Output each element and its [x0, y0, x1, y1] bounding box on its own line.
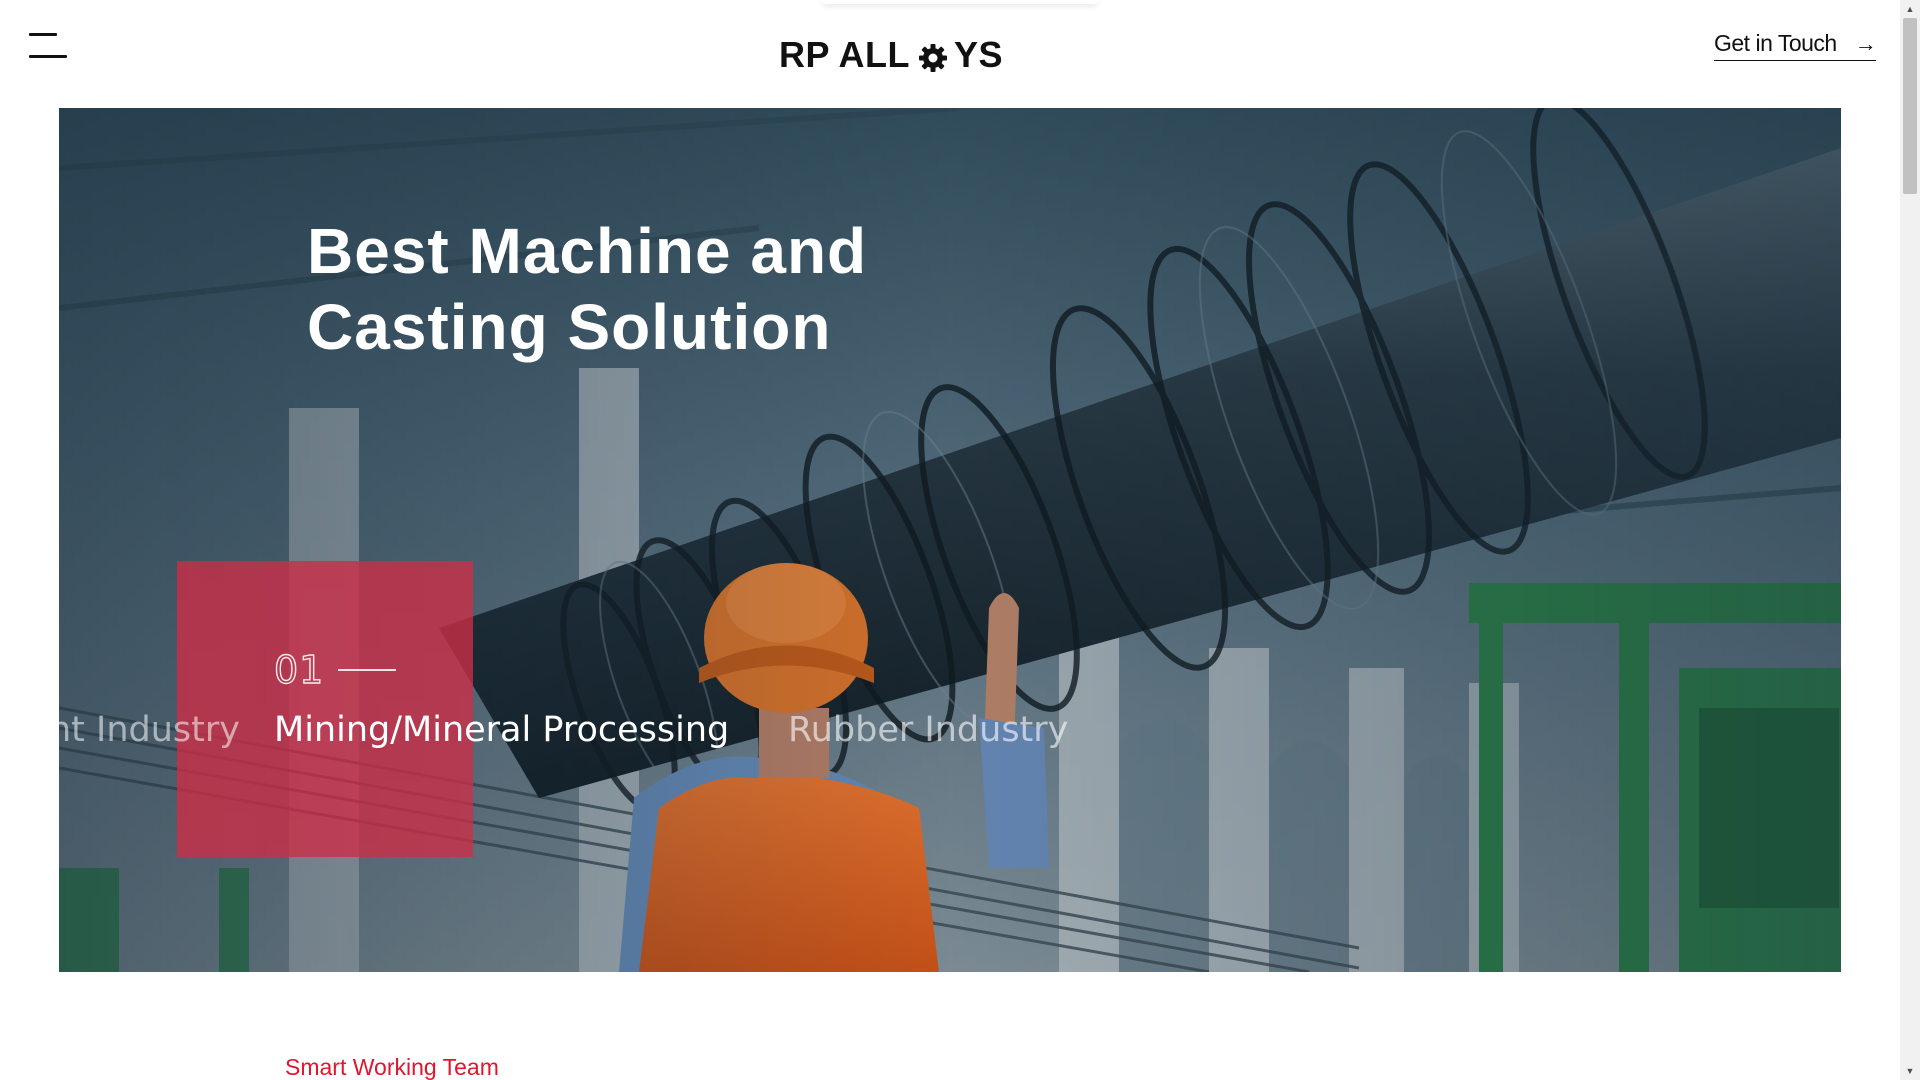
gear-icon [918, 40, 948, 72]
scroll-down-icon[interactable]: ▼ [1900, 1062, 1920, 1080]
top-drawer-tab[interactable] [822, 0, 1098, 4]
slider-item-current[interactable]: Mining/Mineral Processing [274, 710, 729, 760]
slider-item-next[interactable]: Rubber Industry [788, 710, 1068, 760]
site-logo[interactable]: RP ALL YS [779, 30, 1003, 80]
arrow-right-icon: → [1854, 30, 1877, 56]
menu-bar-top [29, 33, 57, 36]
slider-item-previous[interactable]: nt Industry [59, 710, 240, 760]
page-scrollbar[interactable]: ▲ ▼ [1900, 0, 1920, 1080]
get-in-touch-label: Get in Touch [1714, 30, 1837, 56]
hamburger-menu-icon[interactable] [29, 32, 69, 60]
scrollbar-thumb[interactable] [1903, 18, 1917, 194]
hero-banner: Best Machine and Casting Solution 01 nt … [59, 108, 1841, 972]
logo-text-right: YS [954, 34, 1004, 75]
get-in-touch-link[interactable]: Get in Touch → [1714, 30, 1877, 61]
page: RP ALL YS Get in Touch → Best Machine an… [0, 0, 1920, 1080]
logo-text-left: RP ALL [779, 34, 911, 75]
slider-number-line [338, 669, 397, 671]
slider-number: 01 [273, 647, 325, 692]
slider-active-highlight [177, 561, 473, 857]
menu-bar-bottom [29, 55, 67, 58]
scroll-up-icon[interactable]: ▲ [1900, 0, 1920, 18]
hero-title: Best Machine and Casting Solution [307, 215, 868, 363]
slider-counter: 01 [273, 647, 397, 693]
section-subtitle: Smart Working Team [285, 1054, 499, 1080]
